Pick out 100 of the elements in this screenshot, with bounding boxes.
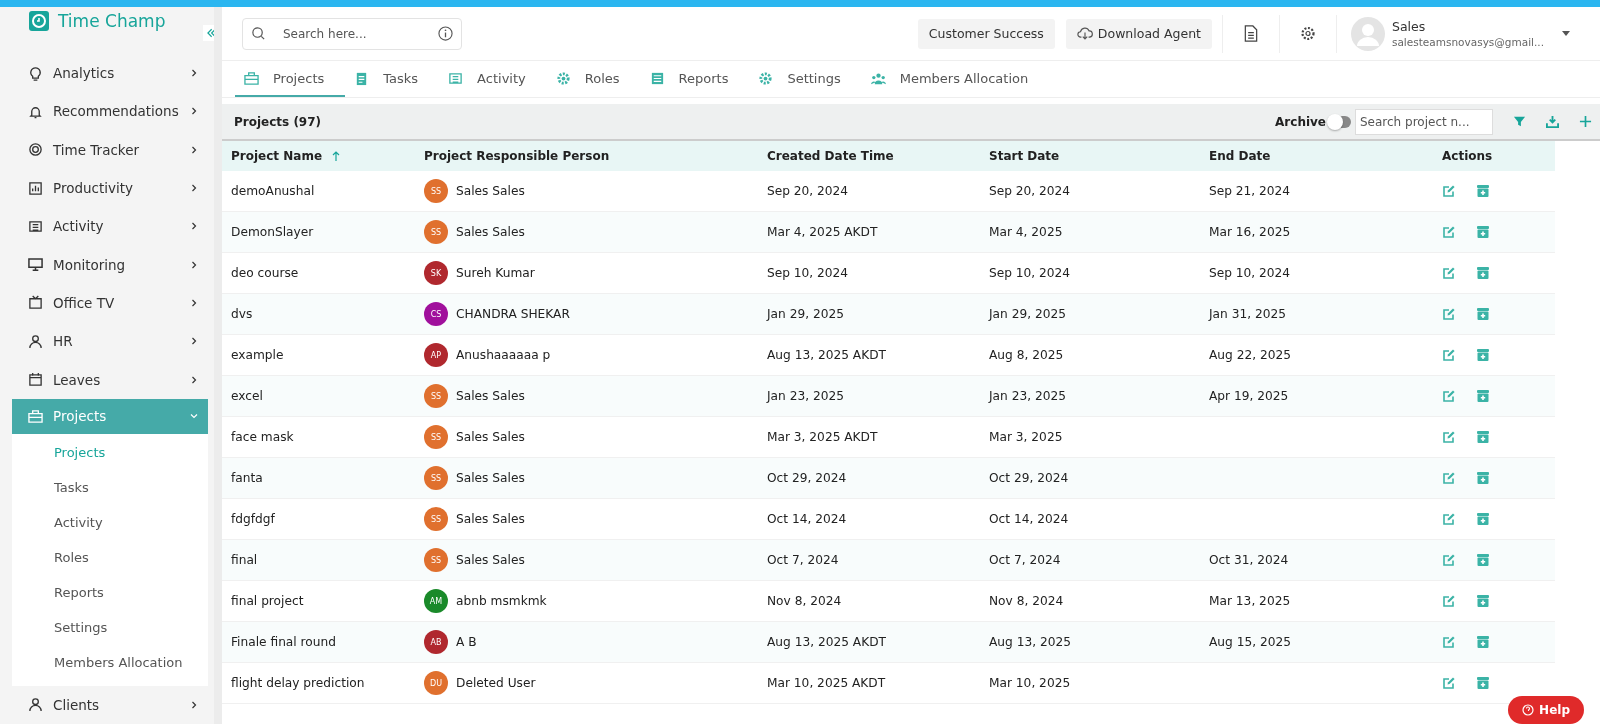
- archive-icon[interactable]: [1476, 307, 1490, 321]
- tab[interactable]: Members Allocation: [861, 61, 1050, 97]
- column-header[interactable]: Created Date Time: [767, 149, 989, 163]
- settings-icon[interactable]: [1299, 25, 1316, 42]
- sidebar-item[interactable]: Office TV: [12, 283, 208, 323]
- table-cell-text: face mask: [231, 430, 295, 444]
- sidebar-item[interactable]: Recommendations: [12, 92, 208, 131]
- archive-icon[interactable]: [1476, 266, 1490, 280]
- edit-icon[interactable]: [1442, 512, 1456, 526]
- avatar-badge: SS: [424, 179, 448, 203]
- edit-icon[interactable]: [1442, 553, 1456, 567]
- chevron-right-icon: [190, 222, 198, 231]
- edit-icon[interactable]: [1442, 430, 1456, 444]
- edit-icon[interactable]: [1442, 348, 1456, 362]
- tab[interactable]: Activity: [439, 61, 547, 97]
- archive-icon[interactable]: [1476, 225, 1490, 239]
- download-icon[interactable]: [1546, 115, 1559, 128]
- tab[interactable]: Tasks: [345, 61, 440, 97]
- archive-icon[interactable]: [1476, 348, 1490, 362]
- submenu-item[interactable]: Settings: [12, 609, 208, 645]
- submenu-item[interactable]: Roles: [12, 539, 208, 575]
- archive-icon[interactable]: [1476, 676, 1490, 690]
- avatar-badge: SS: [424, 548, 448, 572]
- project-search-field[interactable]: Search project n...: [1355, 108, 1493, 135]
- table-cell-text: Oct 14, 2024: [989, 512, 1070, 526]
- edit-icon[interactable]: [1442, 266, 1456, 280]
- avatar-badge: DU: [424, 671, 448, 695]
- avatar-badge: SS: [424, 220, 448, 244]
- person-name: Sureh Kumar: [456, 266, 535, 280]
- column-header[interactable]: Project Responsible Person: [424, 149, 767, 163]
- column-header[interactable]: Project Name: [231, 149, 323, 163]
- edit-icon[interactable]: [1442, 225, 1456, 239]
- sidebar-item[interactable]: Productivity: [12, 168, 208, 208]
- add-icon[interactable]: [1579, 115, 1592, 128]
- lightbulb-icon: [28, 65, 43, 81]
- archive-icon[interactable]: [1476, 635, 1490, 649]
- edit-icon[interactable]: [1442, 635, 1456, 649]
- table-cell-text: fdgfdgf: [231, 512, 276, 526]
- submenu-item[interactable]: Activity: [12, 504, 208, 540]
- filter-icon[interactable]: [1513, 115, 1526, 128]
- submenu-item[interactable]: Tasks: [12, 469, 208, 505]
- submenu-item[interactable]: Reports: [12, 574, 208, 610]
- settings-icon: [758, 70, 774, 86]
- sidebar-item[interactable]: Monitoring: [12, 245, 208, 284]
- table-cell-text: Aug 13, 2025 AKDT: [767, 348, 887, 362]
- table-cell-text: Aug 8, 2025: [989, 348, 1065, 362]
- briefcase-icon: [244, 70, 259, 86]
- user-name: Sales: [1391, 19, 1427, 34]
- document-icon[interactable]: [1242, 25, 1259, 42]
- column-header[interactable]: Start Date: [989, 149, 1209, 163]
- edit-icon[interactable]: [1442, 389, 1456, 403]
- tab[interactable]: Reports: [640, 61, 750, 97]
- edit-icon[interactable]: [1442, 184, 1456, 198]
- caret-icon[interactable]: [1562, 31, 1570, 36]
- table-cell-text: Mar 3, 2025: [989, 430, 1064, 444]
- chevron-right-icon: [190, 184, 198, 193]
- info-icon[interactable]: [438, 25, 453, 41]
- sidebar-item[interactable]: Leaves: [12, 360, 208, 399]
- archive-icon[interactable]: [1476, 553, 1490, 567]
- table-cell-text: Aug 13, 2025 AKDT: [767, 635, 887, 649]
- chevron-right-icon: [190, 700, 198, 709]
- briefcase-icon: [28, 408, 43, 424]
- table-cell-text: Jan 23, 2025: [989, 389, 1067, 403]
- sidebar-item[interactable]: Time Tracker: [12, 130, 208, 169]
- document-icon: [649, 70, 665, 86]
- archive-icon[interactable]: [1476, 430, 1490, 444]
- help-button[interactable]: Help: [1508, 696, 1584, 724]
- archive-icon[interactable]: [1476, 389, 1490, 403]
- edit-icon[interactable]: [1442, 307, 1456, 321]
- avatar-badge: CS: [424, 302, 448, 326]
- chevron-right-icon: [190, 375, 198, 384]
- edit-icon[interactable]: [1442, 676, 1456, 690]
- archive-icon[interactable]: [1476, 512, 1490, 526]
- column-header[interactable]: End Date: [1209, 149, 1442, 163]
- sidebar-item[interactable]: Clients: [12, 685, 208, 724]
- brand-name: Time Champ: [58, 10, 166, 31]
- calendar-icon: [28, 372, 43, 388]
- tab[interactable]: Roles: [546, 61, 641, 97]
- table-cell-text: example: [231, 348, 285, 362]
- archive-icon[interactable]: [1476, 594, 1490, 608]
- sidebar-item[interactable]: Analytics: [12, 54, 208, 93]
- tab[interactable]: Settings: [749, 61, 862, 97]
- customer-success-button[interactable]: Customer Success: [917, 18, 1055, 49]
- person-name: CHANDRA SHEKAR: [456, 307, 570, 321]
- table-cell-text: Oct 31, 2024: [1209, 553, 1290, 567]
- submenu-item[interactable]: Members Allocation: [12, 644, 208, 680]
- edit-icon[interactable]: [1442, 594, 1456, 608]
- download-agent-button[interactable]: Download Agent: [1065, 18, 1212, 49]
- archive-toggle[interactable]: [1329, 115, 1351, 128]
- tab[interactable]: Projects: [235, 61, 346, 97]
- archive-icon[interactable]: [1476, 184, 1490, 198]
- sidebar-item[interactable]: HR: [12, 322, 208, 361]
- chevron-right-icon: [190, 107, 198, 116]
- archive-icon[interactable]: [1476, 471, 1490, 485]
- edit-icon[interactable]: [1442, 471, 1456, 485]
- column-header[interactable]: Actions: [1442, 149, 1555, 163]
- sort-arrow-icon[interactable]: [332, 151, 341, 161]
- sidebar-item[interactable]: Activity: [12, 207, 208, 246]
- table-cell-text: Nov 8, 2024: [767, 594, 843, 608]
- search-field[interactable]: Search here...: [242, 17, 462, 50]
